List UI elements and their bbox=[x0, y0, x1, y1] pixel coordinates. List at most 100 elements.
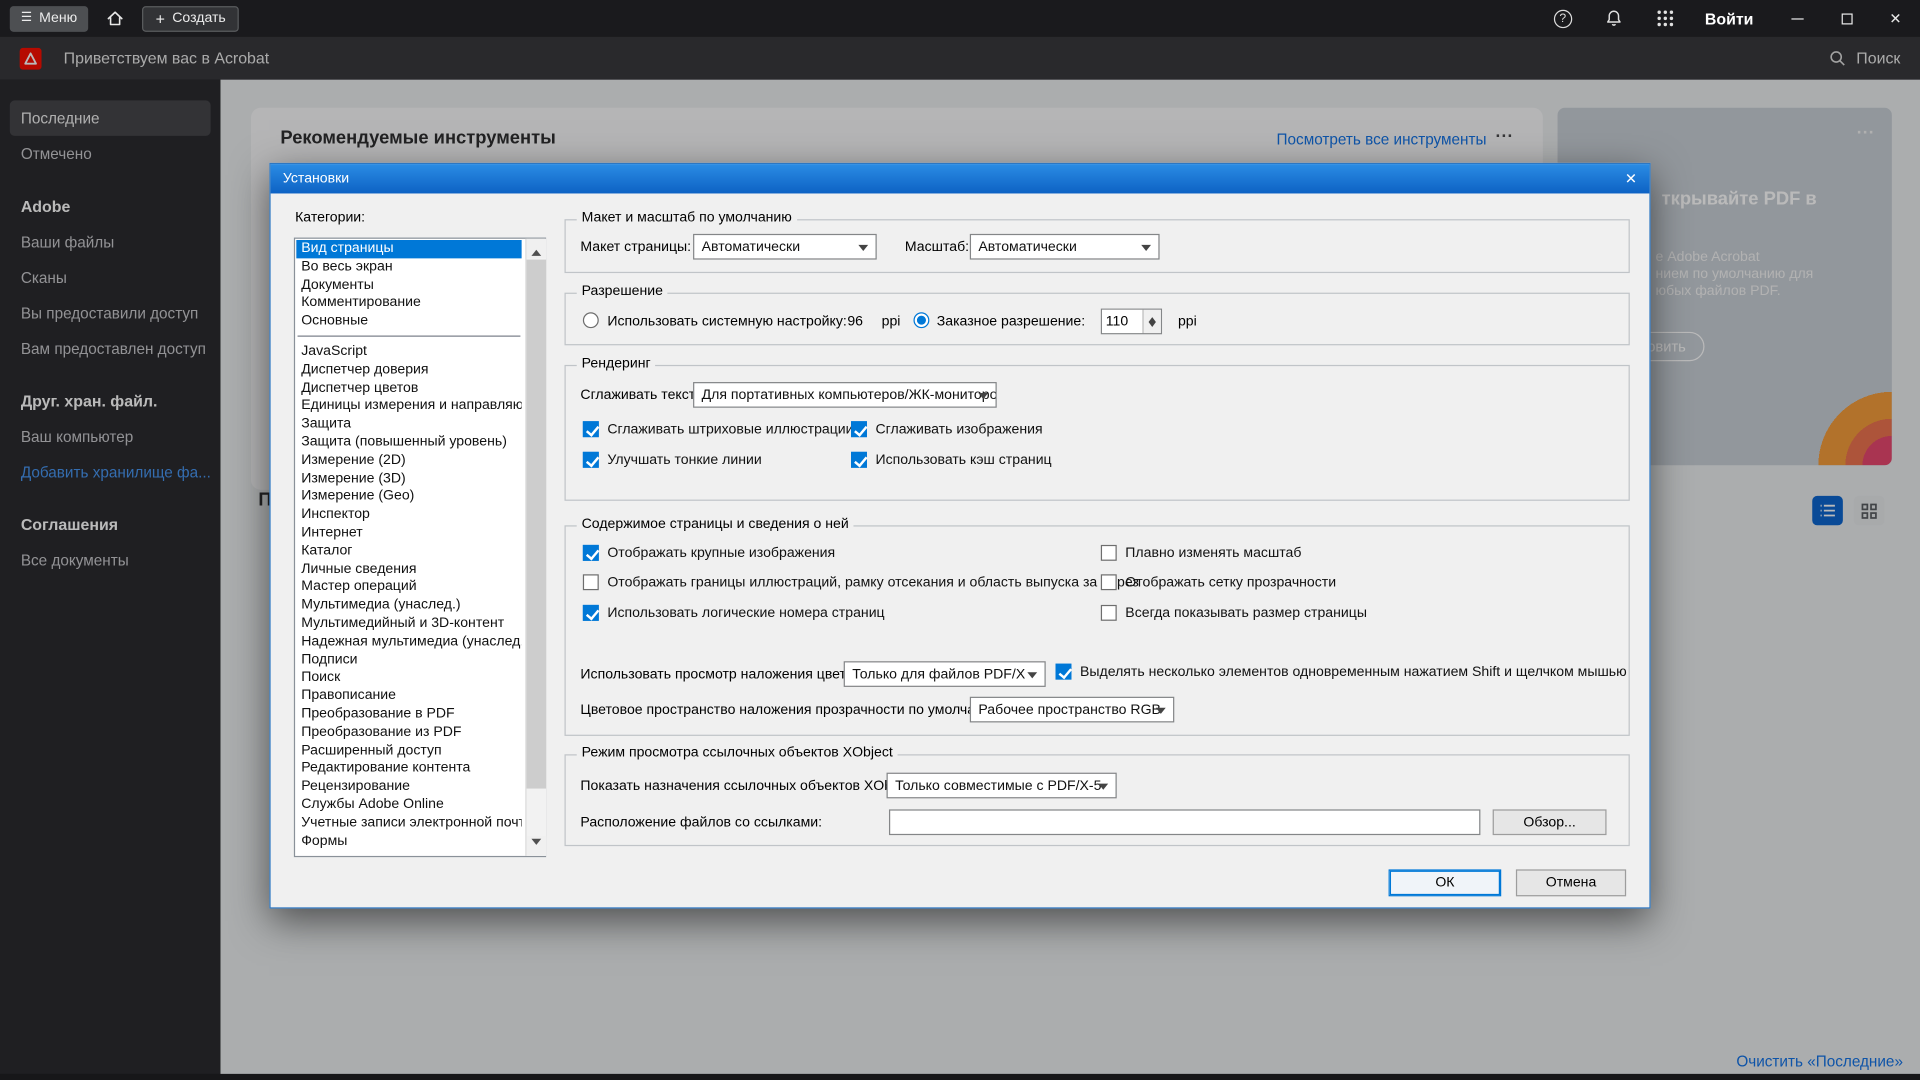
category-item[interactable]: Интернет bbox=[296, 524, 521, 542]
checkbox[interactable] bbox=[583, 574, 599, 590]
category-item[interactable]: Подписи bbox=[296, 651, 521, 669]
browse-button[interactable]: Обзор... bbox=[1493, 809, 1607, 835]
category-label: Расширенный доступ bbox=[301, 743, 441, 758]
home-button[interactable] bbox=[98, 4, 132, 33]
checkbox-show-large-images[interactable]: Отображать крупные изображения bbox=[583, 545, 835, 561]
category-item[interactable]: Правописание bbox=[296, 687, 521, 705]
category-item[interactable]: Службы Adobe Online bbox=[296, 796, 521, 814]
category-item[interactable]: Основные bbox=[296, 312, 521, 330]
category-item[interactable]: Защита bbox=[296, 415, 521, 433]
category-item[interactable]: Документы bbox=[296, 276, 521, 294]
category-item[interactable]: Рецензирование bbox=[296, 778, 521, 796]
notifications-button[interactable] bbox=[1597, 4, 1631, 33]
checkbox-shift-multiselect[interactable]: Выделять несколько элементов одновременн… bbox=[1056, 664, 1627, 680]
checkbox-smooth-zoom[interactable]: Плавно изменять масштаб bbox=[1101, 545, 1302, 561]
category-item[interactable]: Вид страницы bbox=[296, 240, 521, 258]
menu-button[interactable]: ☰ Меню bbox=[10, 6, 88, 32]
checkbox-always-show-page-size[interactable]: Всегда показывать размер страницы bbox=[1101, 605, 1367, 621]
category-item[interactable]: Диспетчер доверия bbox=[296, 361, 521, 379]
checkbox[interactable] bbox=[583, 421, 599, 437]
radio-use-system-resolution[interactable] bbox=[583, 312, 599, 328]
group-xobject-view-mode: Режим просмотра ссылочных объектов XObje… bbox=[564, 754, 1629, 846]
category-label: Измерение (2D) bbox=[301, 453, 406, 468]
page-layout-select[interactable]: Автоматически bbox=[693, 234, 877, 260]
category-item[interactable]: Формы bbox=[296, 832, 521, 850]
apps-grid-button[interactable] bbox=[1649, 4, 1683, 33]
close-button[interactable]: ✕ bbox=[1871, 0, 1920, 37]
category-item[interactable]: Защита (повышенный уровень) bbox=[296, 433, 521, 451]
overprint-preview-select[interactable]: Только для файлов PDF/X bbox=[844, 661, 1046, 687]
category-label: Измерение (Geo) bbox=[301, 489, 414, 504]
minimize-button[interactable] bbox=[1773, 0, 1822, 37]
checkbox-transparency-grid[interactable]: Отображать сетку прозрачности bbox=[1101, 574, 1336, 590]
zoom-select[interactable]: Автоматически bbox=[970, 234, 1160, 260]
category-item[interactable]: Диспетчер цветов bbox=[296, 379, 521, 397]
category-label: Интернет bbox=[301, 525, 362, 540]
category-item[interactable]: Учетные записи электронной почты bbox=[296, 814, 521, 832]
cancel-button[interactable]: Отмена bbox=[1516, 869, 1626, 896]
category-item[interactable]: Во весь экран bbox=[296, 258, 521, 276]
maximize-button[interactable] bbox=[1822, 0, 1871, 37]
category-item[interactable]: Измерение (3D) bbox=[296, 470, 521, 488]
dialog-close-button[interactable]: ✕ bbox=[1625, 170, 1637, 187]
sign-in-button[interactable]: Войти bbox=[1705, 9, 1754, 27]
checkbox[interactable] bbox=[583, 605, 599, 621]
category-item[interactable]: Единицы измерения и направляющие bbox=[296, 397, 521, 415]
category-item[interactable]: JavaScript bbox=[296, 343, 521, 361]
create-button[interactable]: + Создать bbox=[142, 6, 239, 32]
category-label: Мультимедийный и 3D-контент bbox=[301, 616, 504, 631]
menu-label: Меню bbox=[39, 11, 77, 26]
blend-space-select[interactable]: Рабочее пространство RGB bbox=[970, 697, 1174, 723]
group-rendering: Рендеринг Сглаживать текст: Для портатив… bbox=[564, 365, 1629, 501]
custom-resolution-input[interactable] bbox=[1102, 310, 1142, 333]
zoom-label: Масштаб: bbox=[905, 240, 969, 255]
checkbox[interactable] bbox=[583, 545, 599, 561]
category-item[interactable]: Поиск bbox=[296, 669, 521, 687]
checkbox-smooth-line-art[interactable]: Сглаживать штриховые иллюстрации bbox=[583, 421, 854, 437]
checkbox[interactable] bbox=[1101, 545, 1117, 561]
scrollbar-thumb[interactable] bbox=[527, 260, 547, 789]
checkbox[interactable] bbox=[851, 421, 867, 437]
dialog-titlebar[interactable]: Установки ✕ bbox=[271, 164, 1650, 193]
category-item[interactable]: Каталог bbox=[296, 542, 521, 560]
category-item[interactable]: Расширенный доступ bbox=[296, 741, 521, 759]
smooth-text-value: Для портативных компьютеров/ЖК-мониторов bbox=[702, 388, 997, 403]
smooth-text-select[interactable]: Для портативных компьютеров/ЖК-мониторов bbox=[693, 382, 997, 408]
checkbox[interactable] bbox=[1056, 664, 1072, 680]
category-item[interactable]: Мастер операций bbox=[296, 578, 521, 596]
category-item[interactable]: Мультимедиа (унаслед.) bbox=[296, 596, 521, 614]
checkbox-use-page-cache[interactable]: Использовать кэш страниц bbox=[851, 452, 1052, 468]
home-icon bbox=[105, 9, 125, 29]
checkbox-show-art-trim-bleed[interactable]: Отображать границы иллюстраций, рамку от… bbox=[583, 574, 1139, 590]
category-item[interactable]: Преобразование из PDF bbox=[296, 723, 521, 741]
radio-custom-resolution[interactable] bbox=[913, 312, 929, 328]
category-item[interactable]: Инспектор bbox=[296, 506, 521, 524]
checkbox[interactable] bbox=[851, 452, 867, 468]
checkbox[interactable] bbox=[583, 452, 599, 468]
checkbox[interactable] bbox=[1101, 605, 1117, 621]
hamburger-icon: ☰ bbox=[21, 12, 32, 24]
ok-button[interactable]: ОК bbox=[1389, 869, 1502, 896]
categories-scrollbar[interactable] bbox=[525, 239, 546, 856]
category-item[interactable]: Измерение (Geo) bbox=[296, 488, 521, 506]
categories-list[interactable]: Вид страницы Во весь экран Документы Ком… bbox=[294, 238, 546, 858]
category-label: Защита bbox=[301, 417, 351, 432]
xobject-show-select[interactable]: Только совместимые с PDF/X-5 bbox=[887, 773, 1117, 799]
checkbox[interactable] bbox=[1101, 574, 1117, 590]
category-item[interactable]: Мультимедийный и 3D-контент bbox=[296, 615, 521, 633]
spinner-up-icon[interactable] bbox=[1144, 310, 1161, 322]
checkbox-enhance-thin-lines[interactable]: Улучшать тонкие линии bbox=[583, 452, 762, 468]
help-button[interactable]: ? bbox=[1546, 4, 1580, 33]
category-item[interactable]: Редактирование контента bbox=[296, 760, 521, 778]
checkbox-smooth-images[interactable]: Сглаживать изображения bbox=[851, 421, 1043, 437]
scrollbar-down-icon[interactable] bbox=[527, 836, 547, 856]
category-item[interactable]: Комментирование bbox=[296, 294, 521, 312]
category-item[interactable]: Преобразование в PDF bbox=[296, 705, 521, 723]
category-item[interactable]: Надежная мультимедиа (унаслед.) bbox=[296, 633, 521, 651]
spinner-down-icon[interactable] bbox=[1144, 321, 1161, 333]
checkbox-logical-page-numbers[interactable]: Использовать логические номера страниц bbox=[583, 605, 885, 621]
category-item[interactable]: Измерение (2D) bbox=[296, 452, 521, 470]
linked-files-location-input[interactable] bbox=[889, 809, 1480, 835]
scrollbar-up-icon[interactable] bbox=[527, 239, 547, 259]
category-item[interactable]: Личные сведения bbox=[296, 560, 521, 578]
